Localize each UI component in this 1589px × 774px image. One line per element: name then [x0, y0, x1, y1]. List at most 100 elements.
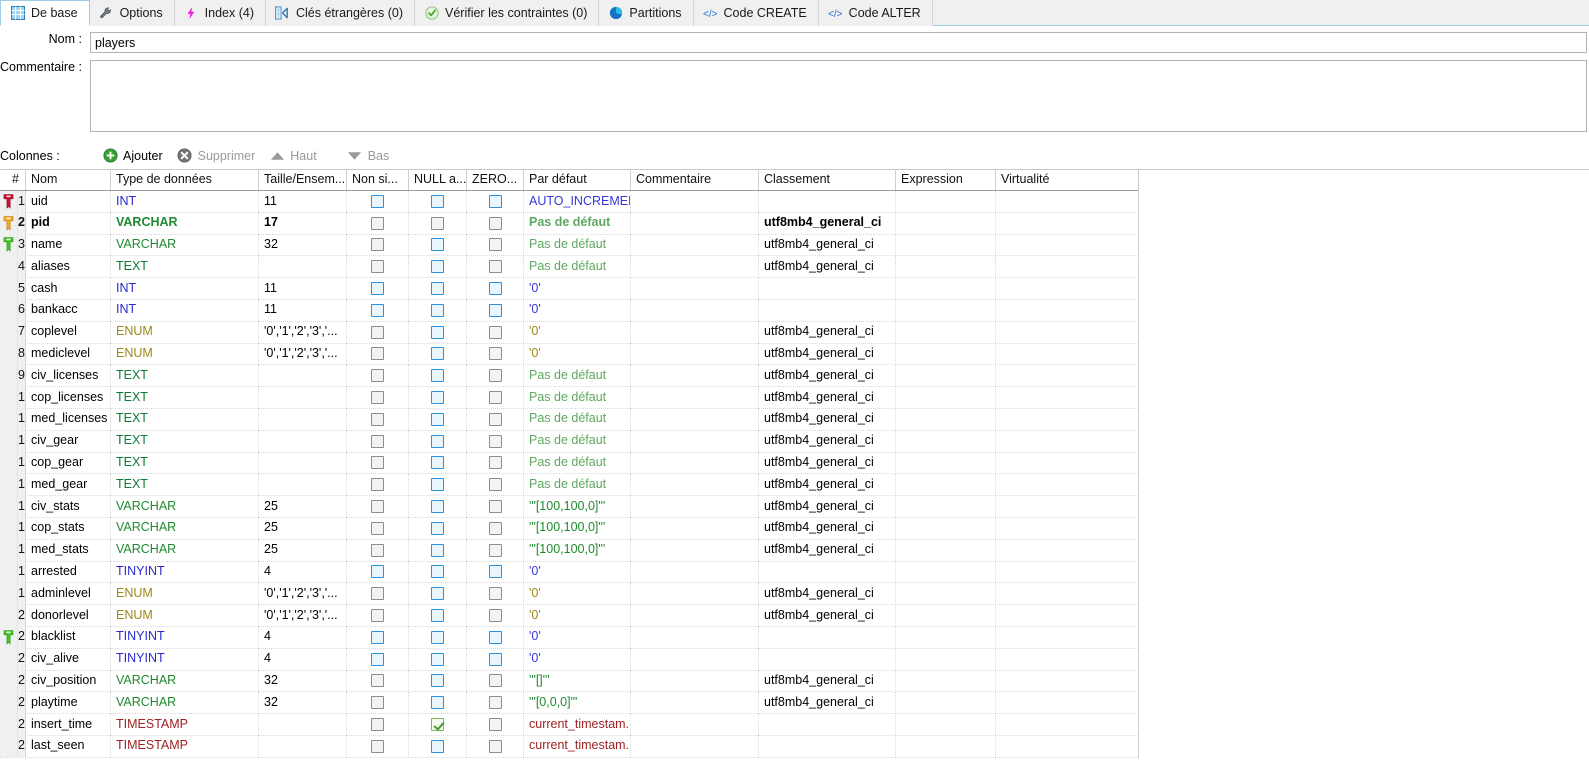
cell-col-datatype[interactable]: VARCHAR [111, 495, 259, 518]
tab-code-create[interactable]: </> Code CREATE [693, 0, 819, 26]
cell-col-default[interactable]: current_timestam... [524, 735, 631, 758]
checkbox-enabled[interactable] [488, 303, 502, 317]
checkbox-enabled[interactable] [431, 652, 444, 666]
cell-col-default[interactable]: '0' [524, 582, 631, 605]
cell-col-unsigned-checkbox[interactable] [347, 190, 409, 213]
cell-col-size[interactable]: 25 [259, 517, 347, 540]
cell-col-datatype[interactable]: VARCHAR [111, 670, 259, 692]
cell-col-zerofill-checkbox[interactable] [467, 670, 524, 692]
cell-col-nullable-checkbox[interactable] [409, 670, 467, 692]
checkbox-enabled[interactable] [431, 282, 444, 296]
cell-col-name[interactable]: playtime [26, 691, 111, 714]
cell-col-datatype[interactable]: TEXT [111, 386, 259, 409]
cell-col-comment[interactable] [631, 430, 759, 453]
cell-col-comment[interactable] [631, 277, 759, 300]
cell-col-nullable-checkbox[interactable] [409, 386, 467, 409]
table-row[interactable]: 10cop_licensesTEXT Pas de défaut utf8mb4_g… [0, 386, 1139, 409]
cell-col-name[interactable]: cop_gear [26, 452, 111, 474]
cell-col-size[interactable] [259, 473, 347, 496]
cell-col-size[interactable] [259, 713, 347, 736]
cell-col-unsigned-checkbox[interactable] [347, 473, 409, 496]
cell-col-zerofill-checkbox[interactable] [467, 539, 524, 562]
tab-index-4[interactable]: Index (4) [174, 0, 266, 26]
header-col-virtuality[interactable]: Virtualité [996, 170, 1139, 190]
cell-col-name[interactable]: civ_stats [26, 495, 111, 518]
cell-col-name[interactable]: coplevel [26, 321, 111, 344]
add-column-button[interactable]: Ajouter [100, 145, 175, 167]
cell-col-size[interactable]: 32 [259, 691, 347, 714]
table-row[interactable]: 1uidINT11 AUTO_INCREMENT [0, 190, 1139, 213]
cell-col-expression[interactable] [896, 582, 996, 605]
cell-col-unsigned-checkbox[interactable] [347, 364, 409, 387]
cell-col-datatype[interactable]: ENUM [111, 321, 259, 344]
checkbox-checked[interactable] [431, 718, 444, 732]
cell-col-unsigned-checkbox[interactable] [347, 408, 409, 431]
cell-col-name[interactable]: uid [26, 190, 111, 213]
checkbox-enabled[interactable] [371, 194, 384, 208]
checkbox-enabled[interactable] [431, 325, 444, 339]
cell-col-comment[interactable] [631, 386, 759, 409]
cell-col-collation[interactable]: utf8mb4_general_ci [759, 364, 896, 387]
table-row[interactable]: 17med_statsVARCHAR25 '"[100,100,0]"' utf8m… [0, 539, 1139, 562]
cell-col-default[interactable]: '0' [524, 626, 631, 649]
cell-col-collation[interactable] [759, 648, 896, 671]
cell-col-zerofill-checkbox[interactable] [467, 452, 524, 474]
cell-col-datatype[interactable]: TEXT [111, 452, 259, 474]
cell-col-expression[interactable] [896, 561, 996, 583]
cell-col-size[interactable]: '0','1','2','3','... [259, 343, 347, 365]
cell-col-size[interactable]: 4 [259, 648, 347, 671]
cell-col-comment[interactable] [631, 539, 759, 562]
cell-col-unsigned-checkbox[interactable] [347, 495, 409, 518]
cell-col-datatype[interactable]: VARCHAR [111, 691, 259, 714]
cell-col-zerofill-checkbox[interactable] [467, 713, 524, 736]
checkbox-disabled[interactable] [371, 325, 384, 339]
cell-col-virtuality[interactable] [996, 561, 1139, 583]
cell-col-datatype[interactable]: TEXT [111, 408, 259, 431]
checkbox-enabled[interactable] [431, 609, 444, 623]
checkbox-disabled[interactable] [488, 718, 502, 732]
cell-col-virtuality[interactable] [996, 582, 1139, 605]
table-row[interactable]: 25insert_timeTIMESTAMP current_timestam..… [0, 713, 1139, 736]
checkbox-disabled[interactable] [488, 412, 502, 426]
cell-col-zerofill-checkbox[interactable] [467, 495, 524, 518]
table-row[interactable]: 9 civ_licenses TEXT Pas de défaut utf8mb4_ge… [0, 364, 1139, 388]
cell-col-unsigned-checkbox[interactable] [347, 626, 409, 649]
cell-col-nullable-checkbox[interactable] [409, 735, 467, 758]
cell-col-nullable-checkbox[interactable] [409, 691, 467, 714]
cell-col-virtuality[interactable] [996, 604, 1139, 627]
cell-col-virtuality[interactable] [996, 190, 1139, 213]
cell-col-default[interactable]: current_timestam... [524, 713, 631, 736]
checkbox-disabled[interactable] [488, 478, 502, 492]
checkbox-enabled[interactable] [431, 587, 444, 601]
table-row[interactable]: 12civ_gearTEXT Pas de défaut utf8mb4_gener… [0, 430, 1139, 453]
cell-col-default[interactable]: '"[]"' [524, 670, 631, 692]
delete-column-button[interactable]: Supprimer [175, 145, 268, 167]
cell-col-zerofill-checkbox[interactable] [467, 255, 524, 278]
checkbox-enabled[interactable] [431, 347, 444, 361]
cell-col-expression[interactable] [896, 343, 996, 365]
checkbox-disabled[interactable] [371, 456, 384, 470]
cell-col-expression[interactable] [896, 539, 996, 562]
cell-col-virtuality[interactable] [996, 408, 1139, 431]
cell-col-name[interactable]: last_seen [26, 735, 111, 758]
cell-col-zerofill-checkbox[interactable] [467, 561, 524, 583]
cell-col-nullable-checkbox[interactable] [409, 626, 467, 649]
cell-col-zerofill-checkbox[interactable] [467, 648, 524, 671]
cell-col-unsigned-checkbox[interactable] [347, 452, 409, 474]
checkbox-disabled[interactable] [488, 609, 502, 623]
cell-col-virtuality[interactable] [996, 234, 1139, 256]
cell-col-size[interactable] [259, 364, 347, 387]
cell-col-comment[interactable] [631, 561, 759, 583]
cell-col-expression[interactable] [896, 517, 996, 540]
table-row[interactable]: 11med_licensesTEXT Pas de défaut utf8mb4_g… [0, 408, 1139, 431]
cell-col-datatype[interactable]: VARCHAR [111, 234, 259, 256]
cell-col-comment[interactable] [631, 626, 759, 649]
tab-cl-s-trang-res-0[interactable]: Clés étrangères (0) [266, 0, 415, 26]
cell-col-comment[interactable] [631, 190, 759, 213]
cell-col-comment[interactable] [631, 343, 759, 365]
header-col-expression[interactable]: Expression [896, 170, 996, 190]
table-row[interactable]: 21blacklistTINYINT4 '0' [0, 626, 1139, 649]
cell-col-expression[interactable] [896, 473, 996, 496]
cell-col-default[interactable]: '"[100,100,0]"' [524, 495, 631, 518]
checkbox-disabled[interactable] [371, 500, 384, 514]
